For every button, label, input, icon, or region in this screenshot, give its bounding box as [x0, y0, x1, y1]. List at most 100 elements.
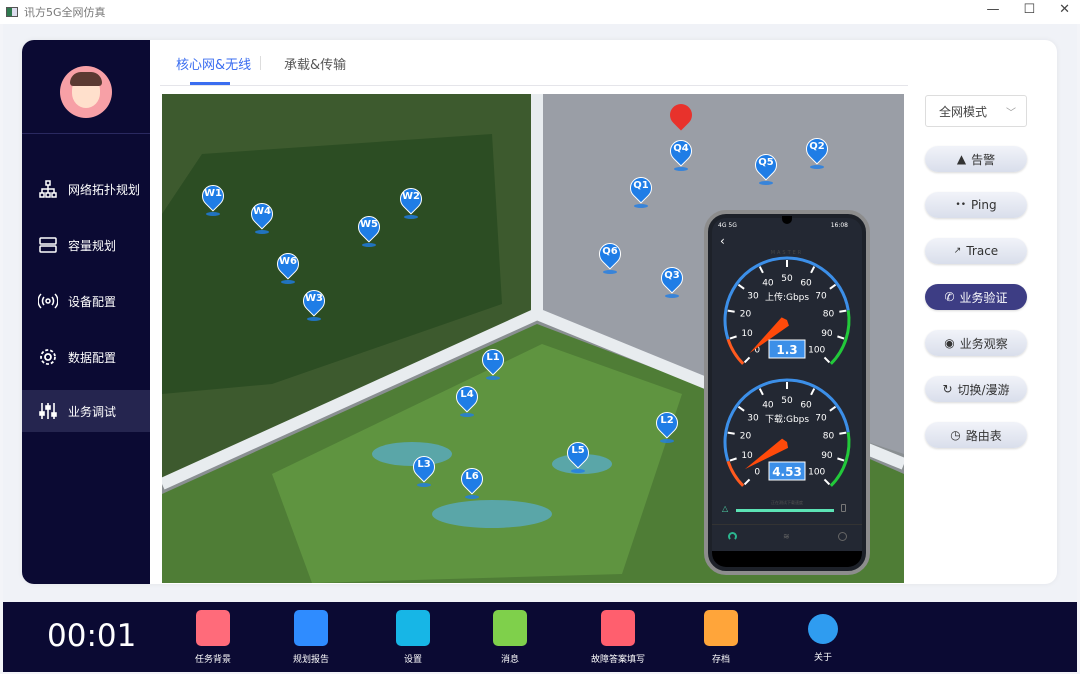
gauge-tick-label: 20 [740, 309, 752, 319]
map-pin[interactable]: L5 [562, 437, 594, 473]
gauge-tick [810, 388, 816, 396]
tab-core-wireless[interactable]: 核心网&无线 [176, 54, 251, 73]
map-pin[interactable]: L3 [408, 451, 440, 487]
gauge-tick-label: 90 [821, 451, 833, 461]
title-bar: 讯方5G全网仿真 — ☐ ✕ [0, 0, 1080, 24]
refresh-icon: ↻ [942, 382, 953, 396]
map-pin[interactable]: W3 [298, 285, 330, 321]
task-background-icon [196, 610, 230, 646]
gauge-tick [837, 335, 845, 340]
gauge-tick-label: 70 [815, 413, 827, 423]
gauge-tick [758, 266, 764, 274]
progress-text: 正在测试下载速度 [771, 500, 803, 505]
back-icon[interactable]: ‹ [720, 234, 725, 248]
phone-signal: 4G 5G [718, 222, 737, 229]
button-label: 业务验证 [959, 290, 1008, 305]
map-pin[interactable]: Q4 [665, 135, 697, 171]
gauge-tick [729, 335, 737, 340]
sidebar-item-capacity[interactable]: 容量规划 [22, 224, 150, 266]
gauge-tick [737, 405, 745, 412]
avatar[interactable] [60, 66, 112, 118]
speedometer-icon[interactable] [728, 532, 737, 541]
messages-button[interactable]: 消息 [470, 610, 550, 665]
gauge-tick-label: 100 [808, 346, 825, 356]
service-observe-button[interactable]: ◉ 业务观察 [925, 330, 1027, 356]
sidebar: 网络拓扑规划 容量规划 设备配置 数据配置 业务调试 [22, 40, 150, 584]
map-pin[interactable]: L6 [456, 463, 488, 499]
map-pin[interactable]: Q5 [750, 149, 782, 185]
gauge-tick-label: 10 [741, 329, 753, 339]
gauge-tick [839, 309, 847, 313]
gauge-label: 下载:Gbps [765, 413, 809, 425]
maximize-button[interactable]: ☐ [1023, 2, 1035, 17]
upload-gauge: 010203040 50 60708090100上传:Gbps1.3 [723, 256, 851, 365]
sidebar-item-topology[interactable]: 网络拓扑规划 [22, 168, 150, 210]
tab-bar: 核心网&无线 承载&传输 [160, 40, 908, 86]
map-pin[interactable]: W6 [272, 248, 304, 284]
handover-roaming-button[interactable]: ↻ 切换/漫游 [925, 376, 1027, 402]
ping-button[interactable]: •• Ping [925, 192, 1027, 218]
service-verify-button[interactable]: ✆ 业务验证 [925, 284, 1027, 310]
sidebar-item-device[interactable]: 设备配置 [22, 280, 150, 322]
map-pin[interactable]: Q1 [625, 172, 657, 208]
gauge-tick-label: 90 [821, 329, 833, 339]
gauge-tick [837, 457, 845, 462]
button-label: 路由表 [965, 428, 1002, 443]
trace-icon: ↗ [953, 246, 962, 256]
bottom-item-label: 存档 [711, 655, 730, 665]
map-pin[interactable]: Q6 [594, 238, 626, 274]
routing-table-button[interactable]: ◷ 路由表 [925, 422, 1027, 448]
archive-icon [704, 610, 738, 646]
archive-button[interactable]: 存档 [681, 610, 761, 665]
trace-button[interactable]: ↗ Trace [925, 238, 1027, 264]
sidebar-item-debug[interactable]: 业务调试 [22, 390, 150, 432]
sidebar-item-label: 数据配置 [68, 350, 117, 365]
map-pin[interactable]: Q3 [656, 262, 688, 298]
gauge-tick-label: 30 [747, 291, 759, 301]
map-pin[interactable]: L1 [477, 344, 509, 380]
gauge-tick [758, 388, 764, 396]
gauge-tick-label: 0 [754, 468, 760, 478]
gauge-label: 上传:Gbps [765, 291, 809, 303]
chevron-down-icon: ﹀ [1006, 108, 1016, 119]
gauge-tick-label: 60 [800, 401, 812, 411]
close-button[interactable]: ✕ [1059, 2, 1070, 17]
tab-bearer-transport[interactable]: 承载&传输 [284, 54, 346, 73]
mode-select[interactable]: 全网模式 ﹀ [925, 95, 1027, 127]
map-pin[interactable]: L2 [651, 407, 683, 443]
task-background-button[interactable]: 任务背景 [173, 610, 253, 665]
sidebar-item-label: 容量规划 [68, 238, 117, 253]
gauge-tick [829, 283, 837, 290]
map-pin[interactable]: W1 [197, 180, 229, 216]
about-icon [808, 614, 838, 644]
settings-icon[interactable] [838, 532, 847, 541]
server-icon [39, 237, 57, 253]
fault-answer-button[interactable]: 故障答案填写 [578, 610, 658, 665]
window-title: 讯方5G全网仿真 [24, 6, 106, 19]
gauge-tick-label: 80 [823, 431, 835, 441]
sidebar-item-data[interactable]: 数据配置 [22, 336, 150, 378]
gauge-tick [729, 457, 737, 462]
gauge-tick-label: 30 [747, 413, 759, 423]
minimize-button[interactable]: — [986, 2, 999, 17]
phone-speedtest: 4G 5G 16:08 ‹ MASTER 0 10 20 30 40 50 60 70 80 90… [704, 210, 870, 575]
gauge-value: 1.3 [776, 343, 797, 357]
alarm-button[interactable]: ▲ 告警 [925, 146, 1027, 172]
settings-button[interactable]: 设置 [373, 610, 453, 665]
sidebar-item-label: 设备配置 [68, 294, 117, 309]
bottom-item-label: 消息 [500, 655, 519, 665]
gauge-tick-label: 50 [781, 274, 793, 284]
planning-report-icon [294, 610, 328, 646]
planning-report-button[interactable]: 规划报告 [271, 610, 351, 665]
gauge-tick [737, 283, 745, 290]
gauge-arc [726, 460, 745, 487]
messages-icon [493, 610, 527, 646]
layers-icon[interactable]: ≋ [783, 532, 790, 541]
map-pin[interactable]: W2 [395, 183, 427, 219]
about-button[interactable]: 关于 [783, 610, 863, 663]
map-pin[interactable]: Q2 [801, 133, 833, 169]
map-pin[interactable]: W4 [246, 198, 278, 234]
map-pin[interactable]: L4 [451, 381, 483, 417]
map-pin[interactable]: W5 [353, 211, 385, 247]
gauge-tick [839, 431, 847, 435]
